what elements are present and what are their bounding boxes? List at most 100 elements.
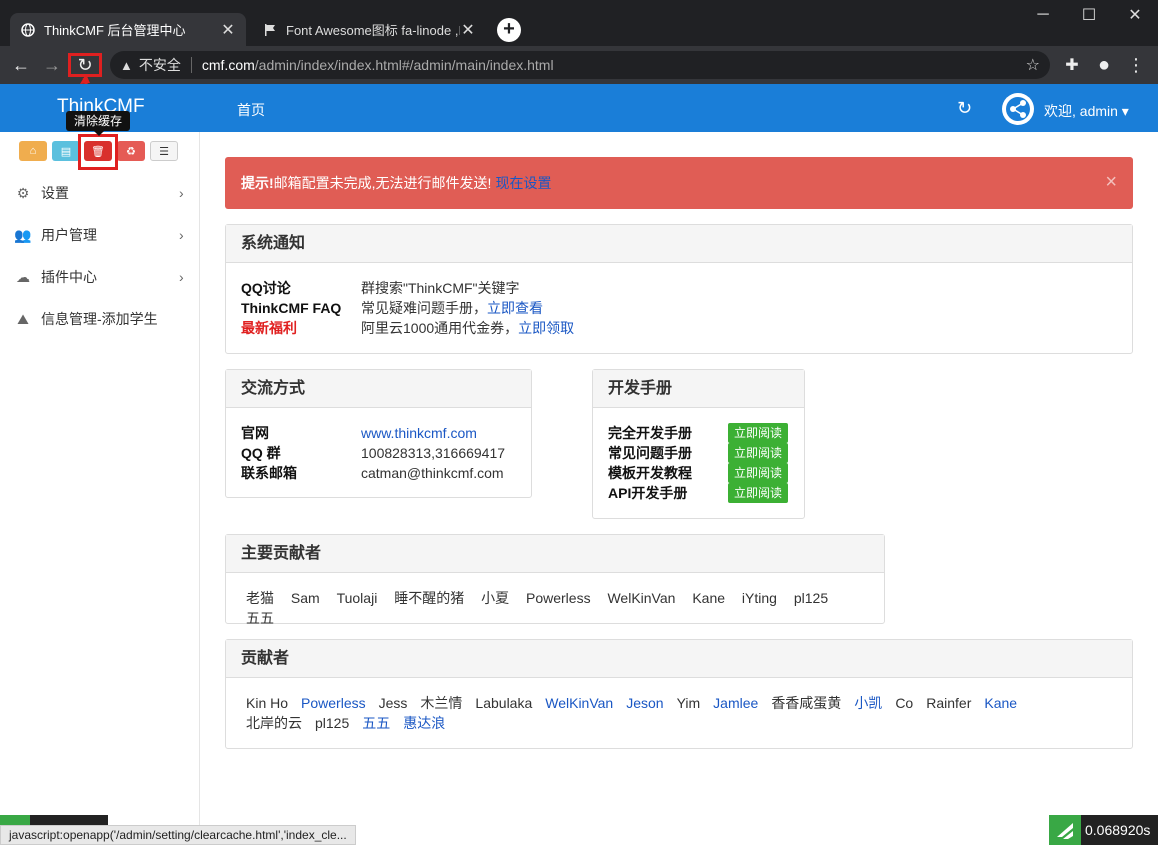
users-icon: 👥 (14, 226, 32, 243)
read-now-button[interactable]: 立即阅读 (728, 443, 789, 463)
read-now-button[interactable]: 立即阅读 (728, 463, 789, 483)
contributor-name: 小夏 (481, 590, 510, 606)
nav-home[interactable]: 首页 (237, 100, 265, 120)
contributor-link[interactable]: WelKinVan (545, 693, 613, 713)
main-contributor-list: 老猫 Sam Tuolaji 睡不醒的猪 小夏 Powerless WelKin… (226, 573, 884, 628)
back-button[interactable]: ← (9, 53, 33, 77)
sidebar-item-label: 设置 (41, 185, 69, 201)
contributor-link[interactable]: Jamlee (713, 693, 758, 713)
contact-row: 联系邮箱 catman@thinkcmf.com (241, 465, 504, 481)
url-path: /admin/index/index.html#/admin/main/inde… (254, 57, 554, 73)
sidebar-item-info-management[interactable]: ⛰ 信息管理-添加学生 (0, 298, 199, 340)
contributor-name: 北岸的云 (246, 715, 302, 731)
contributor-name: Yim (676, 695, 701, 711)
faq-link[interactable]: 立即查看 (487, 298, 543, 318)
globe-icon (20, 22, 36, 38)
contributor-link[interactable]: 五五 (362, 713, 390, 733)
contact-row: 官网 www.thinkcmf.com (241, 423, 477, 443)
sidebar-item-users[interactable]: 👥 用户管理 › (0, 214, 199, 256)
contributor-name: 老猫 (246, 590, 274, 606)
refresh-icon[interactable]: ↻ (957, 98, 972, 119)
alert-strong: 提示! (241, 175, 274, 191)
linode-icon: ⛰ (17, 310, 29, 327)
recycle-icon[interactable]: ♻ (117, 141, 145, 161)
read-now-button[interactable]: 立即阅读 (728, 423, 789, 443)
user-dropdown[interactable]: 欢迎, admin ▾ (1044, 101, 1129, 121)
contributor-name: pl125 (793, 590, 829, 606)
tab-thinkcmf[interactable]: ThinkCMF 后台管理中心 ✕ (10, 13, 246, 46)
close-icon[interactable]: × (1105, 171, 1117, 194)
tab-close-icon[interactable]: ✕ (220, 20, 236, 40)
contributor-name: pl125 (315, 715, 350, 731)
file-icon[interactable]: ▤ (52, 141, 80, 161)
forward-button[interactable]: → (40, 53, 64, 77)
list-icon[interactable]: ☰ (150, 141, 178, 161)
sidebar-item-label: 信息管理-添加学生 (41, 311, 158, 327)
manual-row: API开发手册 立即阅读 (608, 483, 789, 503)
cogs-icon: ⚙ (16, 184, 30, 201)
cloud-icon: ☁ (16, 268, 30, 285)
welfare-link[interactable]: 立即领取 (518, 318, 574, 338)
timer-logo-icon (1049, 815, 1081, 845)
mail-config-alert: 提示! 邮箱配置未完成,无法进行邮件发送! 现在设置 × (225, 157, 1133, 209)
contact-panel: 交流方式 官网 www.thinkcmf.com QQ 群 100828313,… (225, 369, 532, 498)
close-window-button[interactable]: ✕ (1112, 0, 1158, 30)
panel-title: 开发手册 (593, 370, 804, 408)
panel-title: 贡献者 (226, 640, 1132, 678)
notice-row-qq: QQ讨论 群搜索"ThinkCMF"关键字 (241, 280, 520, 296)
page-timer[interactable]: 0.068920s (1049, 815, 1158, 845)
sidebar-item-label: 插件中心 (41, 269, 97, 285)
contact-row: QQ 群 100828313,316669417 (241, 445, 506, 461)
new-tab-button[interactable]: + (497, 18, 521, 42)
contributor-name: Kane (692, 590, 726, 606)
clear-cache-tooltip: 清除缓存 (66, 111, 130, 136)
share-alt-icon (1006, 97, 1030, 121)
clear-cache-highlight-box (78, 134, 118, 170)
system-notice-panel: 系统通知 QQ讨论 群搜索"ThinkCMF"关键字 ThinkCMF FAQ … (225, 224, 1133, 354)
url-host: cmf.com (201, 57, 255, 73)
tab-font-awesome[interactable]: Font Awesome图标 fa-linode ,I ✕ (252, 13, 486, 46)
tab-close-icon[interactable]: ✕ (460, 20, 476, 40)
minimize-button[interactable]: ─ (1020, 0, 1066, 30)
panel-title: 系统通知 (226, 225, 1132, 263)
website-link[interactable]: www.thinkcmf.com (361, 423, 477, 443)
profile-icon[interactable]: ● (1092, 53, 1116, 77)
timer-value: 0.068920s (1085, 822, 1151, 838)
contributor-link[interactable]: Kane (984, 693, 1017, 713)
contributor-list: Kin Ho Powerless Jess 木兰情 Labulaka WelKinVan J… (226, 678, 1132, 733)
sidebar-item-label: 用户管理 (41, 227, 97, 243)
contributor-name: iYting (741, 590, 777, 606)
chevron-right-icon: › (179, 269, 184, 285)
avatar[interactable] (1002, 93, 1034, 125)
contributor-name: Rainfer (926, 695, 972, 711)
tab-title: ThinkCMF 后台管理中心 (44, 23, 186, 38)
contributor-link[interactable]: Powerless (301, 693, 366, 713)
address-bar[interactable]: ▲ 不安全 cmf.com /admin/index/index.html#/a… (110, 51, 1050, 79)
browser-menu-icon[interactable]: ⋮ (1124, 53, 1148, 77)
divider (190, 57, 192, 73)
notice-row-faq: ThinkCMF FAQ 常见疑难问题手册， 立即查看 (241, 298, 543, 318)
contributor-name: Tuolaji (336, 590, 378, 606)
contributor-name: 香香咸蛋黄 (771, 695, 842, 711)
status-bar-url: javascript:openapp('/admin/setting/clear… (0, 825, 356, 845)
security-label[interactable]: 不安全 (139, 55, 181, 75)
manual-row: 模板开发教程 立即阅读 (608, 463, 789, 483)
chevron-right-icon: › (179, 185, 184, 201)
contributor-link[interactable]: Jeson (626, 693, 663, 713)
sidebar-item-plugins[interactable]: ☁ 插件中心 › (0, 256, 199, 298)
contributor-link[interactable]: 惠达浪 (403, 713, 445, 733)
bookmark-star-icon[interactable]: ☆ (1026, 55, 1040, 75)
notice-row-welfare: 最新福利 阿里云1000通用代金券， 立即领取 (241, 318, 575, 338)
home-icon[interactable]: ⌂ (19, 141, 47, 161)
contributor-name: WelKinVan (607, 590, 676, 606)
maximize-button[interactable]: ☐ (1066, 0, 1112, 30)
sidebar-item-settings[interactable]: ⚙ 设置 › (0, 172, 199, 214)
contributor-link[interactable]: 小凯 (854, 693, 882, 713)
alert-settings-link[interactable]: 现在设置 (495, 173, 551, 193)
read-now-button[interactable]: 立即阅读 (728, 483, 789, 503)
dev-manual-panel: 开发手册 完全开发手册 立即阅读 常见问题手册 立即阅读 模板开发教程 立即阅读… (592, 369, 805, 519)
alert-text: 邮箱配置未完成,无法进行邮件发送! (273, 175, 492, 191)
contributor-name: 木兰情 (420, 695, 463, 711)
extensions-icon[interactable]: ✚ (1060, 53, 1084, 77)
main-contributors-panel: 主要贡献者 老猫 Sam Tuolaji 睡不醒的猪 小夏 Powerless … (225, 534, 885, 626)
